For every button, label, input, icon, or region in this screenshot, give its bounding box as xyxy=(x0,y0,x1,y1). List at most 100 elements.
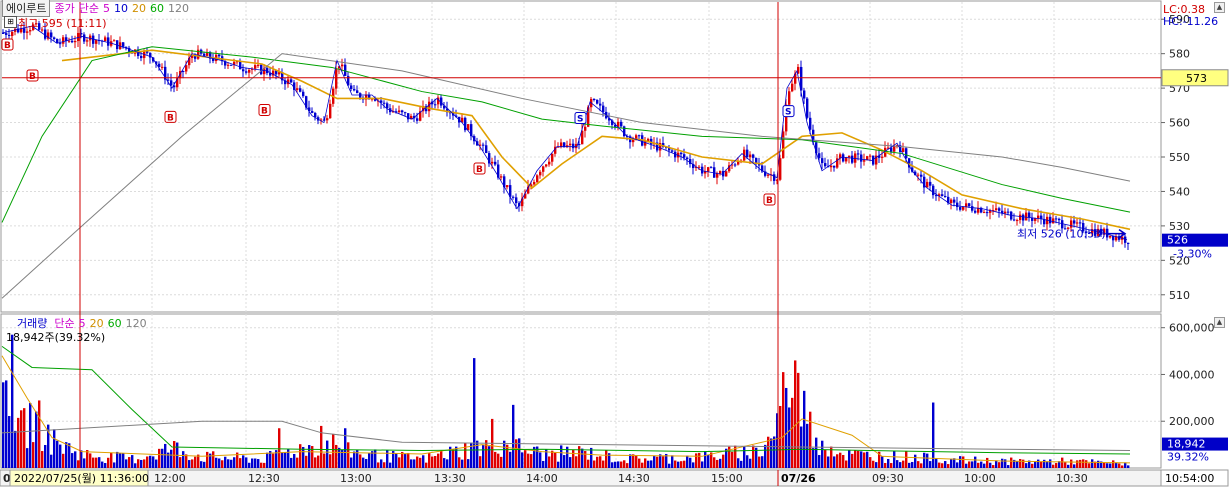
volume-bar xyxy=(203,461,206,468)
candle-body xyxy=(983,212,986,214)
volume-bar xyxy=(254,458,257,468)
time-tick-label: 13:30 xyxy=(434,472,466,485)
price-legend: 에이루트 종가 단순 5 10 20 60 120 xyxy=(0,0,189,17)
volume-bar xyxy=(83,458,86,468)
candle-body xyxy=(926,181,929,188)
buy-signal-marker: B xyxy=(1,38,14,51)
volume-bar xyxy=(377,462,380,468)
candle-body xyxy=(407,113,410,120)
volume-bar xyxy=(725,448,728,468)
volume-bar xyxy=(401,452,404,468)
candle-body xyxy=(1109,235,1112,238)
volume-bar xyxy=(353,451,356,468)
volume-bar xyxy=(581,448,584,468)
signal-label: B xyxy=(476,165,483,175)
volume-bar xyxy=(1103,462,1106,468)
volume-bar xyxy=(1061,457,1064,468)
time-tick-label: 10:00 xyxy=(964,472,996,485)
candle-body xyxy=(311,111,314,113)
candle-body xyxy=(1079,222,1082,224)
volume-bar xyxy=(446,459,449,468)
scroll-down-icon[interactable]: ▲ xyxy=(1214,317,1225,328)
candle-body xyxy=(968,203,971,207)
volume-bar xyxy=(695,453,698,468)
ma10-label: 10 xyxy=(113,1,128,15)
candle-body xyxy=(8,34,11,36)
volume-bar xyxy=(1067,464,1070,468)
volume-bar xyxy=(17,417,20,468)
candle-body xyxy=(779,158,782,180)
candle-body xyxy=(113,40,116,42)
candle-body xyxy=(185,65,188,72)
volume-tick-label: 600,000 xyxy=(1169,322,1215,335)
volume-bar xyxy=(374,449,377,468)
volume-bar xyxy=(1016,461,1019,468)
volume-bar xyxy=(323,453,326,468)
candle-body xyxy=(83,34,86,42)
volume-bar xyxy=(812,448,815,468)
candle-body xyxy=(869,155,872,157)
candle-body xyxy=(71,40,74,43)
volume-bar xyxy=(284,452,287,468)
candle-body xyxy=(755,157,758,163)
volume-bar xyxy=(980,461,983,468)
volume-bar xyxy=(182,451,185,468)
candle-body xyxy=(905,148,908,159)
stock-chart[interactable]: B B B B B S B S 최저 526 (10:53) 12:00 12:30 13:00 13… xyxy=(0,0,1229,488)
volume-bar xyxy=(866,451,869,468)
candle-body xyxy=(62,37,65,44)
volume-bar xyxy=(407,452,410,468)
time-tick-label: 12:30 xyxy=(248,472,280,485)
volume-bar xyxy=(503,440,506,468)
volume-bar xyxy=(164,443,167,468)
volume-bar xyxy=(611,462,614,468)
candle-body xyxy=(791,83,794,92)
volume-bar xyxy=(494,451,497,468)
candle-body xyxy=(191,55,194,58)
grid-toggle-icon[interactable]: ⊞ xyxy=(4,16,17,28)
volume-bar xyxy=(668,463,671,468)
time-tick-label: 10:30 xyxy=(1056,472,1088,485)
scroll-up-icon[interactable]: ▲ xyxy=(1214,2,1225,13)
chart-background xyxy=(0,0,1229,488)
volume-bar xyxy=(416,456,419,468)
volume-bar xyxy=(419,457,422,468)
candle-body xyxy=(482,144,485,146)
day-change-label: 07/26 xyxy=(781,472,816,485)
candle-body xyxy=(257,64,260,66)
volume-bar xyxy=(53,429,56,468)
volume-bar xyxy=(818,455,821,468)
volume-bar xyxy=(935,458,938,468)
volume-bar xyxy=(2,382,5,468)
volume-bar xyxy=(686,455,689,468)
candle-body xyxy=(146,51,149,53)
volume-bar xyxy=(572,449,575,468)
volume-bar xyxy=(857,450,860,468)
volume-bar xyxy=(1034,461,1037,468)
volume-bar xyxy=(485,440,488,468)
volume-bar xyxy=(809,411,812,468)
candle-body xyxy=(941,194,944,196)
volume-bar xyxy=(260,462,263,468)
volume-bar xyxy=(992,465,995,468)
volume-bar xyxy=(860,451,863,468)
volume-bar xyxy=(62,453,65,468)
volume-bar xyxy=(8,416,11,468)
price-tick-label: 510 xyxy=(1169,289,1190,302)
volume-bar xyxy=(296,457,299,468)
volume-bar xyxy=(1037,459,1040,468)
candle-body xyxy=(401,110,404,113)
volume-bar xyxy=(1121,465,1124,468)
volume-bar xyxy=(632,454,635,468)
candle-body xyxy=(50,32,53,38)
candle-body xyxy=(548,161,551,165)
volume-bar xyxy=(518,438,521,468)
candle-body xyxy=(974,210,977,213)
volume-bar xyxy=(815,437,818,468)
candle-body xyxy=(428,101,431,112)
volume-bar xyxy=(770,438,773,468)
signal-label: B xyxy=(29,72,36,82)
volume-bar xyxy=(743,446,746,468)
candle-body xyxy=(767,174,770,176)
volume-bar xyxy=(152,456,155,468)
